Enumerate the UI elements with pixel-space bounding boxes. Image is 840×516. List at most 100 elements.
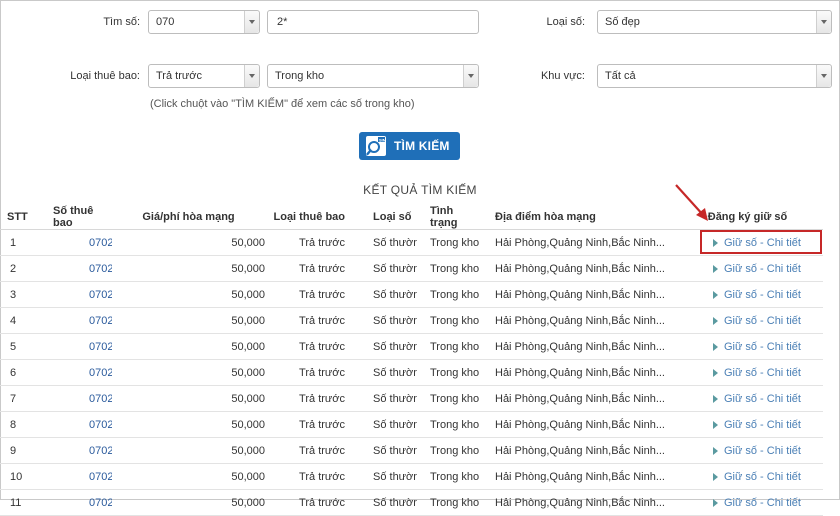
hold-number-link[interactable]: Giữ số - Chi tiết [724,367,801,379]
cell-number[interactable]: 0702200984 [36,359,112,386]
play-arrow-icon [712,316,718,325]
cell-action[interactable]: Giữ số - Chi tiết [672,489,823,516]
header-type: Loại thuê bao [265,204,345,230]
cell-number[interactable]: 0702200274 [36,281,112,308]
prefix-select[interactable]: 070 [148,10,260,34]
cell-status: Trong kho [417,411,482,438]
cell-kind: Số thường [345,307,417,334]
chevron-down-icon [244,11,259,33]
cell-fee: 50,000 [112,437,265,464]
loai-thue-bao-select[interactable]: Trả trước [148,64,260,88]
cell-type: Trả trước [265,255,345,282]
cell-kind: Số thường [345,255,417,282]
hold-number-link[interactable]: Giữ số - Chi tiết [724,471,801,483]
cell-fee: 50,000 [112,333,265,360]
tim-so-label: Tìm số: [103,16,140,28]
loai-so-label: Loại số: [546,16,585,28]
hold-number-link[interactable]: Giữ số - Chi tiết [724,289,801,301]
cell-place: Hải Phòng,Quảng Ninh,Bắc Ninh... [482,255,672,282]
cell-status: Trong kho [417,489,482,516]
cell-place: Hải Phòng,Quảng Ninh,Bắc Ninh... [482,463,672,490]
cell-action[interactable]: Giữ số - Chi tiết [672,359,823,386]
cell-kind: Số thường [345,463,417,490]
cell-number[interactable]: 0702201347 [36,385,112,412]
hold-number-link[interactable]: Giữ số - Chi tiết [724,341,801,353]
hold-number-link[interactable]: Giữ số - Chi tiết [724,315,801,327]
loai-so-select[interactable]: Số đẹp [597,10,832,34]
cell-stt: 8 [0,411,36,438]
red-arrow-icon [675,184,708,221]
cell-kind: Số thường [345,281,417,308]
search-button-label: TÌM KIẾM [394,139,450,153]
cell-status: Trong kho [417,437,482,464]
table-row: 4070220037150,000Trả trướcSố thườngTrong… [0,307,823,334]
table-row: 7070220134750,000Trả trướcSố thườngTrong… [0,385,823,412]
cell-action[interactable]: Giữ số - Chi tiết [672,255,823,282]
header-status: Tình trạng [417,204,482,230]
cell-number[interactable]: 0702201591 [36,437,112,464]
kho-select[interactable]: Trong kho [267,64,479,88]
play-arrow-icon [712,446,718,455]
cell-number[interactable]: 0702201537 [36,411,112,438]
table-row: 8070220153750,000Trả trướcSố thườngTrong… [0,411,823,438]
cell-type: Trả trước [265,333,345,360]
cell-kind: Số thường [345,411,417,438]
cell-status: Trong kho [417,385,482,412]
cell-number[interactable]: 0702201605 [36,463,112,490]
cell-kind: Số thường [345,359,417,386]
cell-fee: 50,000 [112,255,265,282]
table-row: 10070220160550,000Trả trướcSố thườngTron… [0,463,823,490]
cell-type: Trả trước [265,307,345,334]
cell-number[interactable]: 0702200491 [36,333,112,360]
chevron-down-icon [816,11,831,33]
cell-place: Hải Phòng,Quảng Ninh,Bắc Ninh... [482,411,672,438]
header-fee: Giá/phí hòa mạng [112,204,265,230]
cell-status: Trong kho [417,463,482,490]
cell-stt: 6 [0,359,36,386]
cell-type: Trả trước [265,281,345,308]
table-row: 3070220027450,000Trả trướcSố thườngTrong… [0,281,823,308]
hold-number-link[interactable]: Giữ số - Chi tiết [724,393,801,405]
play-arrow-icon [712,472,718,481]
hold-number-link[interactable]: Giữ số - Chi tiết [724,419,801,431]
highlight-box [700,230,822,254]
search-sim-icon: SIM [366,136,387,156]
khu-vuc-select[interactable]: Tất cả [597,64,832,88]
table-row: 2070220021750,000Trả trướcSố thườngTrong… [0,255,823,282]
cell-action[interactable]: Giữ số - Chi tiết [672,333,823,360]
header-place: Địa điểm hòa mạng [482,204,672,230]
hold-number-link[interactable]: Giữ số - Chi tiết [724,445,801,457]
cell-place: Hải Phòng,Quảng Ninh,Bắc Ninh... [482,385,672,412]
cell-action[interactable]: Giữ số - Chi tiết [672,385,823,412]
loai-thue-bao-value: Trả trước [156,70,202,82]
table-row: 9070220159150,000Trả trướcSố thườngTrong… [0,437,823,464]
cell-type: Trả trước [265,463,345,490]
cell-stt: 9 [0,437,36,464]
cell-stt: 4 [0,307,36,334]
cell-fee: 50,000 [112,307,265,334]
search-button[interactable]: SIM TÌM KIẾM [359,132,460,160]
pattern-input[interactable]: 2* [267,10,479,34]
cell-place: Hải Phòng,Quảng Ninh,Bắc Ninh... [482,359,672,386]
cell-place: Hải Phòng,Quảng Ninh,Bắc Ninh... [482,437,672,464]
cell-action[interactable]: Giữ số - Chi tiết [672,411,823,438]
hold-number-link[interactable]: Giữ số - Chi tiết [724,497,801,509]
cell-action[interactable]: Giữ số - Chi tiết [672,281,823,308]
cell-number[interactable]: 0702201639 [36,489,112,516]
pattern-value: 2* [277,16,288,28]
cell-action[interactable]: Giữ số - Chi tiết [672,463,823,490]
cell-fee: 50,000 [112,385,265,412]
cell-place: Hải Phòng,Quảng Ninh,Bắc Ninh... [482,307,672,334]
cell-kind: Số thường [345,489,417,516]
play-arrow-icon [712,264,718,273]
cell-status: Trong kho [417,281,482,308]
search-hint: (Click chuột vào "TÌM KIẾM" để xem các s… [150,98,415,110]
header-number: Số thuê bao [36,204,112,230]
cell-action[interactable]: Giữ số - Chi tiết [672,307,823,334]
cell-action[interactable]: Giữ số - Chi tiết [672,437,823,464]
cell-number[interactable]: 0702200217 [36,255,112,282]
cell-stt: 7 [0,385,36,412]
cell-number[interactable]: 0702200081 [36,229,112,256]
hold-number-link[interactable]: Giữ số - Chi tiết [724,263,801,275]
cell-number[interactable]: 0702200371 [36,307,112,334]
